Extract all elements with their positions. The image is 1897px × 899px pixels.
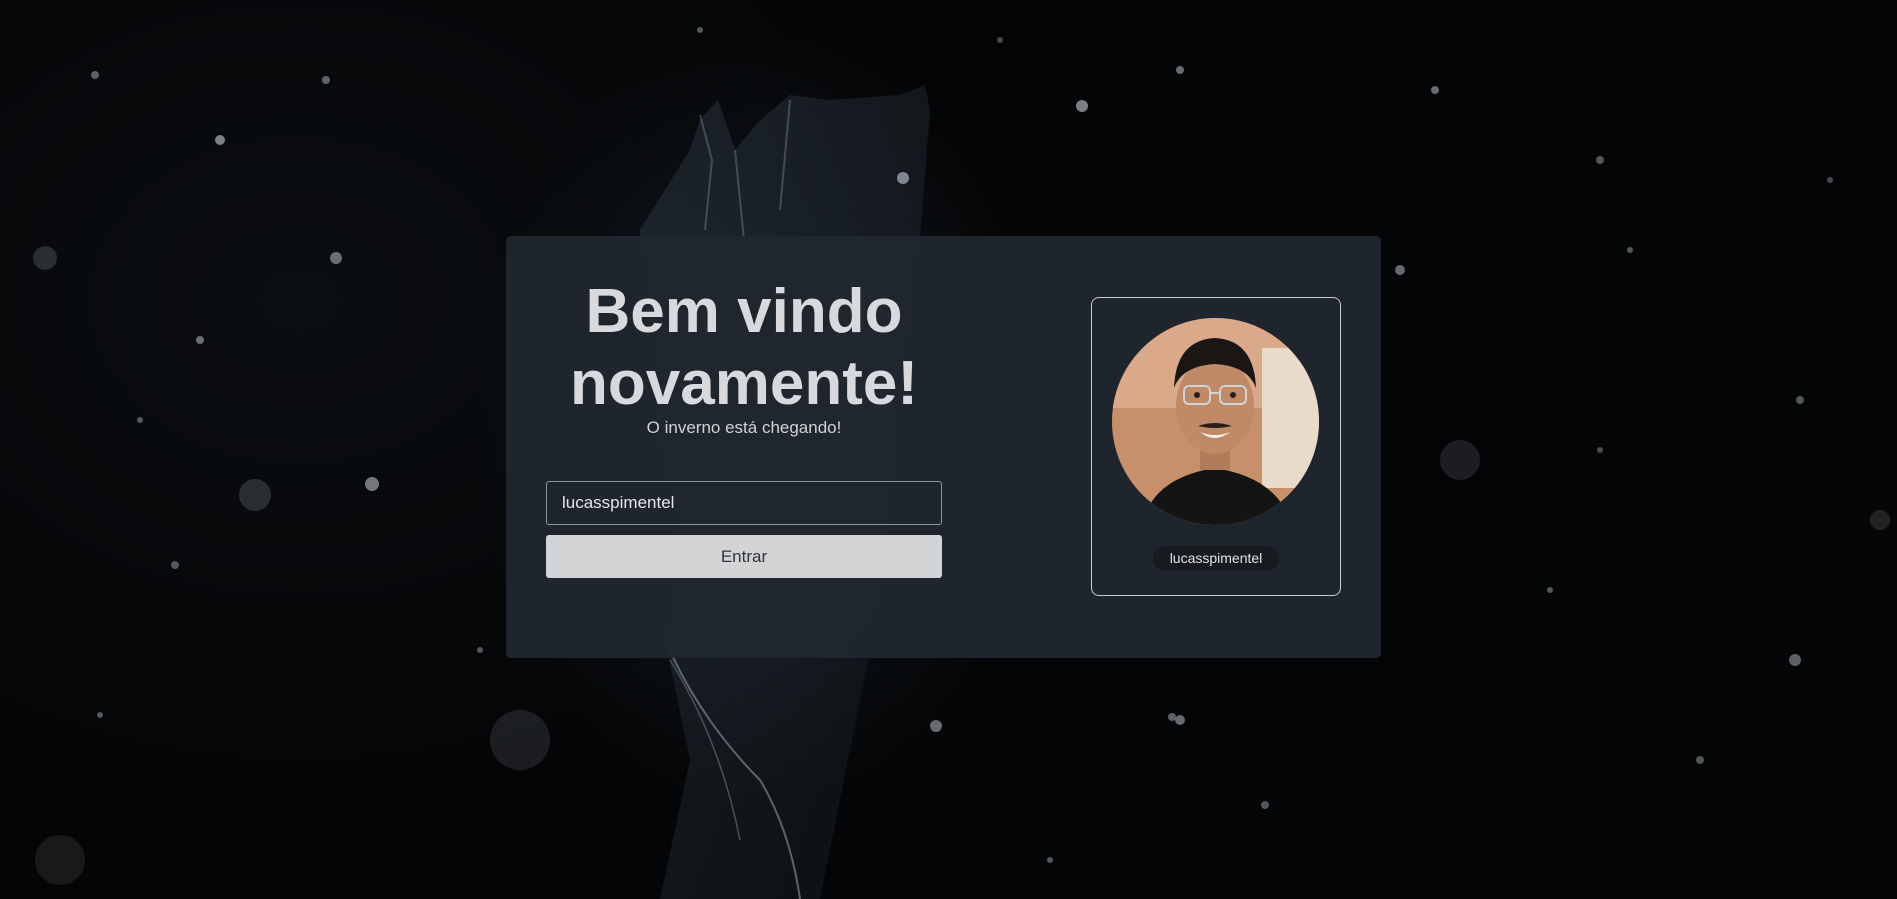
user-photo-icon [1112, 318, 1319, 525]
username-input[interactable] [546, 481, 942, 525]
profile-username: lucasspimentel [1153, 546, 1279, 571]
subtitle: O inverno está chegando! [646, 418, 842, 437]
page-title: Bem vindo novamente! [570, 277, 918, 418]
enter-button[interactable]: Entrar [546, 535, 942, 578]
